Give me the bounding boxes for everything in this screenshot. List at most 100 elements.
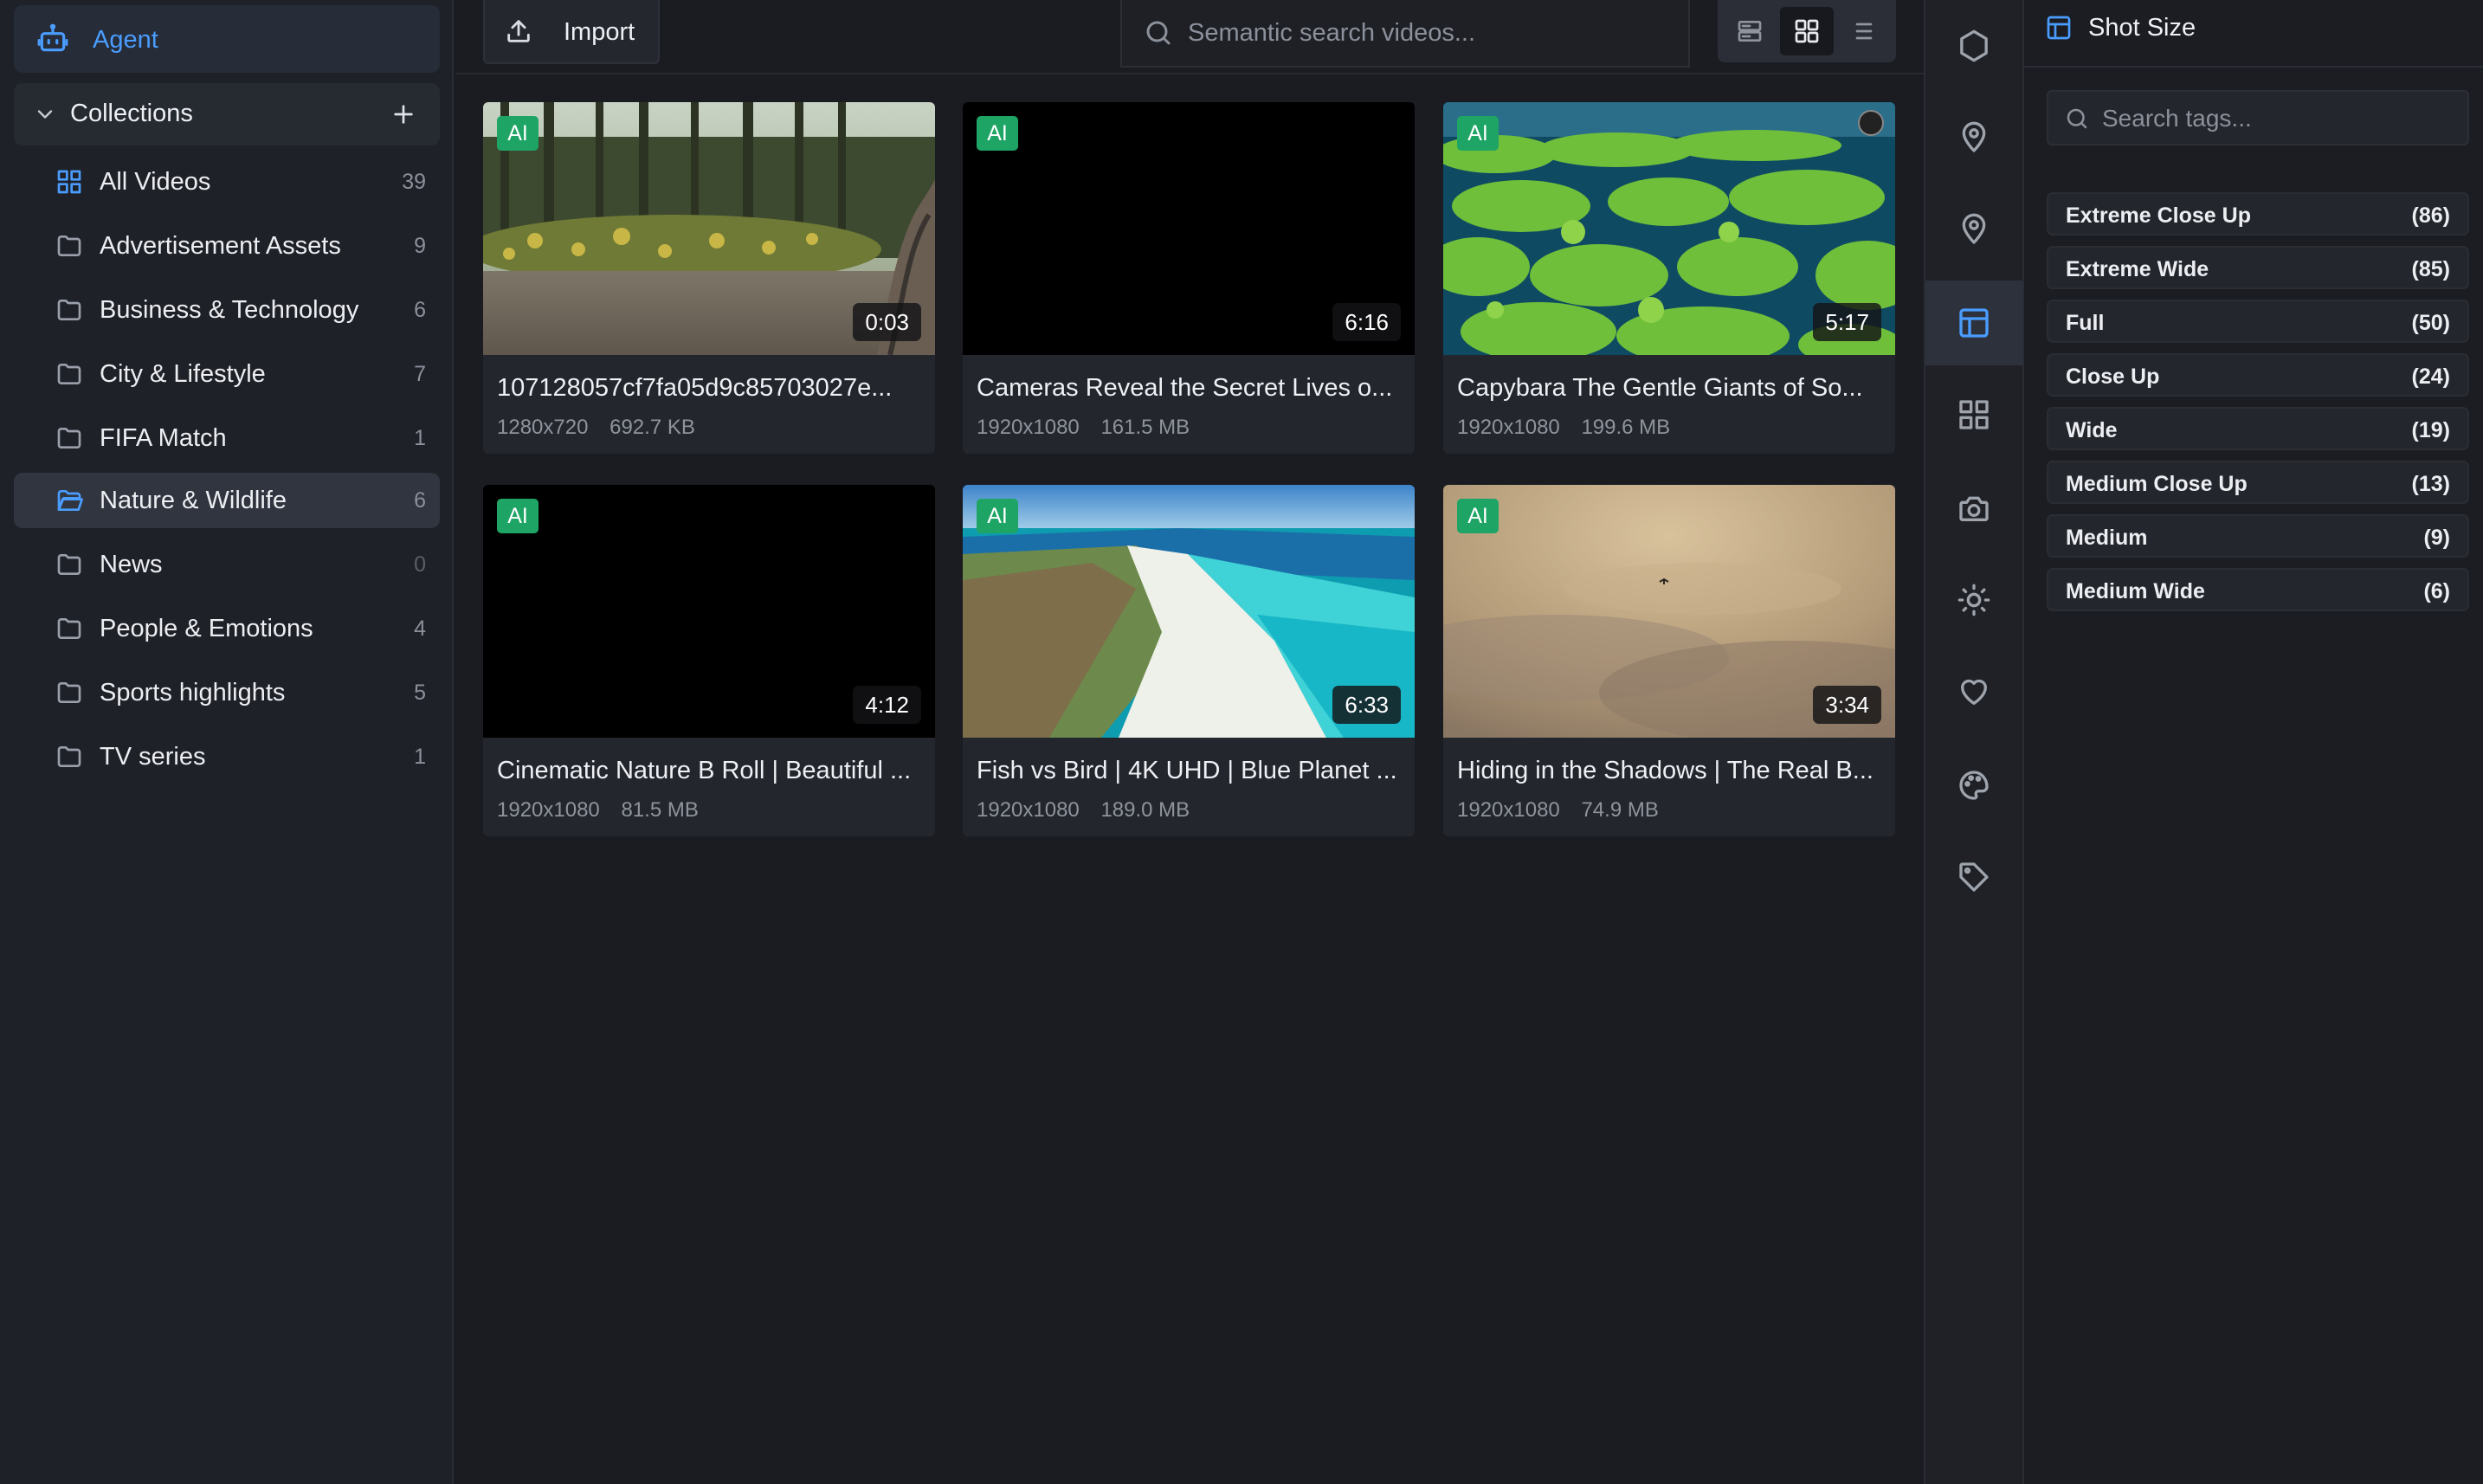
tag-item[interactable]: Full (50): [2047, 300, 2469, 343]
video-title[interactable]: 107128057cf7fa05d9c85703027e...: [497, 374, 925, 403]
ai-badge: AI: [977, 116, 1018, 151]
video-card[interactable]: AI 6:16 Cameras Reveal the Secret Lives …: [963, 102, 1415, 454]
tag-icon: [1959, 862, 1989, 892]
tag-item[interactable]: Wide (19): [2047, 407, 2469, 450]
duration-label: 5:17: [1813, 303, 1881, 341]
chevron-down-icon[interactable]: [33, 102, 57, 126]
tag-item[interactable]: Medium Close Up (13): [2047, 461, 2469, 504]
folder-icon: [57, 428, 81, 448]
tag-name: Extreme Wide: [2066, 257, 2209, 281]
sidebar-item-business-technology[interactable]: Business & Technology 6: [14, 282, 440, 338]
sidebar-item-label: All Videos: [100, 168, 211, 196]
sidebar-item-label: FIFA Match: [100, 424, 227, 452]
video-meta: 1280x720 692.7 KB: [497, 416, 711, 440]
tag-search-input[interactable]: [2100, 100, 2459, 137]
tag-item[interactable]: Extreme Wide (85): [2047, 246, 2469, 289]
sidebar-item-count: 7: [414, 362, 426, 386]
sidebar-item-advertisement-assets[interactable]: Advertisement Assets 9: [14, 218, 440, 274]
add-collection-button[interactable]: [390, 100, 417, 128]
panel-header: Shot Size: [2024, 0, 2483, 68]
rail-location-button[interactable]: [1925, 187, 2022, 272]
video-resolution: 1920x1080: [1457, 416, 1560, 439]
sidebar-item-fifa-match[interactable]: FIFA Match 1: [14, 410, 440, 466]
semantic-search-input[interactable]: [1186, 12, 1674, 54]
rail-lighting-button[interactable]: [1925, 558, 2022, 642]
rows-view-button[interactable]: [1723, 7, 1777, 55]
panel-title: Shot Size: [2088, 14, 2196, 42]
duration-label: 3:34: [1813, 686, 1881, 724]
collections-header[interactable]: Collections: [14, 83, 440, 145]
rail-layout-button[interactable]: [1925, 281, 2022, 365]
tag-item[interactable]: Medium (9): [2047, 514, 2469, 558]
video-resolution: 1920x1080: [977, 416, 1080, 439]
rows-view-icon: [1738, 21, 1762, 42]
video-card[interactable]: AI 5:17 Capybara The Gentle Giants of So…: [1443, 102, 1895, 454]
tag-item[interactable]: Extreme Close Up (86): [2047, 192, 2469, 236]
ai-badge: AI: [497, 499, 539, 533]
filter-icon-rail: [1924, 0, 2024, 1484]
import-button[interactable]: Import: [483, 0, 660, 64]
tag-item[interactable]: Medium Wide (6): [2047, 568, 2469, 611]
list-view-button[interactable]: [1837, 7, 1891, 55]
video-thumbnail[interactable]: AI 6:16: [963, 102, 1415, 355]
video-card[interactable]: AI 6:33 Fish vs Bird | 4K UHD | Blue Pla…: [963, 485, 1415, 836]
semantic-search-box[interactable]: [1120, 0, 1690, 68]
ai-badge: AI: [977, 499, 1018, 533]
sun-icon: [1957, 584, 1990, 616]
folder-open-icon: [57, 490, 83, 511]
heart-icon: [1961, 679, 1987, 705]
video-title[interactable]: Cameras Reveal the Secret Lives o...: [977, 374, 1404, 403]
video-title[interactable]: Cinematic Nature B Roll | Beautiful ...: [497, 757, 925, 785]
sidebar-item-nature-wildlife[interactable]: Nature & Wildlife 6: [14, 473, 440, 528]
tag-item[interactable]: Close Up (24): [2047, 353, 2469, 397]
video-card[interactable]: AI 4:12 Cinematic Nature B Roll | Beauti…: [483, 485, 935, 836]
video-card[interactable]: AI 0:03 107128057cf7fa05d9c85703027e... …: [483, 102, 935, 454]
video-title[interactable]: Fish vs Bird | 4K UHD | Blue Planet ...: [977, 757, 1404, 785]
view-mode-toggle: [1718, 0, 1896, 62]
sidebar-item-tv-series[interactable]: TV series 1: [14, 729, 440, 784]
video-card[interactable]: AI 3:34 Hiding in the Shadows | The Real…: [1443, 485, 1895, 836]
rail-grid-button[interactable]: [1925, 372, 2022, 457]
sidebar-item-label: Advertisement Assets: [100, 232, 341, 260]
sidebar-item-count: 6: [414, 488, 426, 513]
tag-name: Medium Close Up: [2066, 472, 2248, 496]
rail-favorites-button[interactable]: [1925, 649, 2022, 734]
sidebar-item-label: Business & Technology: [100, 296, 359, 324]
video-size: 692.7 KB: [609, 416, 695, 439]
video-title[interactable]: Hiding in the Shadows | The Real B...: [1457, 757, 1885, 785]
duration-label: 0:03: [853, 303, 921, 341]
rail-hexagon-button[interactable]: [1925, 3, 2022, 88]
sidebar-item-label: News: [100, 551, 163, 578]
sidebar-item-sports-highlights[interactable]: Sports highlights 5: [14, 665, 440, 720]
rail-map-pin-button[interactable]: [1925, 95, 2022, 180]
video-resolution: 1920x1080: [977, 798, 1080, 822]
video-thumbnail[interactable]: AI 5:17: [1443, 102, 1895, 355]
rail-camera-button[interactable]: [1925, 466, 2022, 551]
sidebar-item-people-emotions[interactable]: People & Emotions 4: [14, 601, 440, 656]
video-thumbnail[interactable]: AI 6:33: [963, 485, 1415, 738]
sidebar-item-count: 0: [414, 552, 426, 577]
sidebar-item-all-videos[interactable]: All Videos 39: [14, 154, 440, 210]
rail-color-button[interactable]: [1925, 743, 2022, 828]
layout-icon: [2047, 16, 2071, 40]
sidebar-item-city-lifestyle[interactable]: City & Lifestyle 7: [14, 346, 440, 402]
folder-icon: [57, 300, 81, 320]
video-thumbnail[interactable]: AI 3:34: [1443, 485, 1895, 738]
hexagon-icon: [1960, 29, 1988, 62]
sidebar-item-news[interactable]: News 0: [14, 537, 440, 592]
agent-label: Agent: [93, 26, 158, 54]
video-title[interactable]: Capybara The Gentle Giants of So...: [1457, 374, 1885, 403]
tag-name: Full: [2066, 311, 2105, 335]
tag-search-box[interactable]: [2047, 90, 2469, 145]
agent-button[interactable]: Agent: [14, 5, 440, 73]
sidebar: Agent Collections All Videos 39 Advertis…: [0, 0, 454, 1484]
tag-name: Medium: [2066, 526, 2148, 550]
tag-count: (85): [2411, 257, 2450, 281]
rail-tag-button[interactable]: [1925, 835, 2022, 919]
tag-count: (50): [2411, 311, 2450, 335]
video-thumbnail[interactable]: AI 0:03: [483, 102, 935, 355]
tag-name: Close Up: [2066, 365, 2160, 389]
grid-view-button[interactable]: [1780, 7, 1834, 55]
video-thumbnail[interactable]: AI 4:12: [483, 485, 935, 738]
video-meta: 1920x1080 189.0 MB: [977, 798, 1205, 823]
